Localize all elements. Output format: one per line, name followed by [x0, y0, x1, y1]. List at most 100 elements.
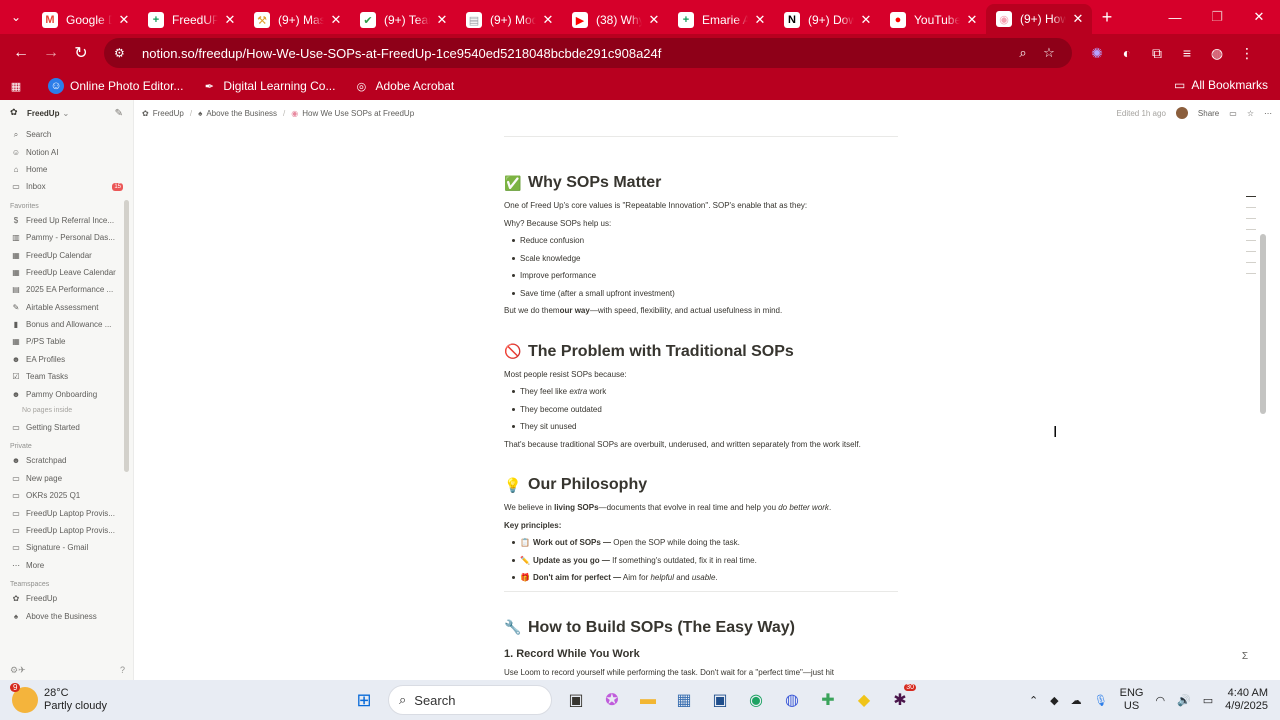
sidebar-item-ea-profiles[interactable]: ☻ EA Profiles — [0, 351, 133, 368]
bookmark-digital-learning[interactable]: ✒ Digital Learning Co... — [201, 78, 336, 94]
apps-button[interactable]: ▦ — [8, 78, 30, 94]
sidebar-item-more[interactable]: ⋯ More — [0, 557, 133, 574]
sidebar-item-above-the-business[interactable]: ♠ Above the Business — [0, 607, 133, 624]
sidebar-item-bonus-and-allowance[interactable]: ▮ Bonus and Allowance ... — [0, 316, 133, 333]
sidebar-item-freedup-laptop-provis[interactable]: ▭ FreedUp Laptop Provis... — [0, 504, 133, 521]
tab-3[interactable]: ✔ (9+) Team ✕ — [350, 6, 456, 34]
maximize-button[interactable]: ❐ — [1196, 0, 1238, 34]
list-item[interactable]: Save time (after a small upfront investm… — [504, 285, 898, 303]
send-icon[interactable]: ✈ — [18, 665, 26, 676]
close-tab-icon[interactable]: ✕ — [752, 12, 768, 28]
paragraph[interactable]: Most people resist SOPs because: — [504, 366, 898, 384]
close-tab-icon[interactable]: ✕ — [858, 12, 874, 28]
paragraph[interactable]: Why? Because SOPs help us: — [504, 215, 898, 233]
app-icon[interactable]: ◍ — [774, 682, 810, 718]
list-item[interactable]: They sit unused — [504, 418, 898, 436]
close-tab-icon[interactable]: ✕ — [1070, 11, 1086, 27]
sidebar-item-getting-started[interactable]: ▭ Getting Started — [0, 419, 133, 436]
cloud-icon[interactable]: ☁ — [1071, 694, 1082, 707]
profile-avatar-icon[interactable]: ◍ — [1202, 38, 1232, 68]
close-window-button[interactable]: ✕ — [1238, 0, 1280, 34]
back-button[interactable]: ← — [6, 38, 36, 68]
paragraph[interactable]: One of Freed Up's core values is "Repeat… — [504, 197, 898, 215]
close-tab-icon[interactable]: ✕ — [964, 12, 980, 28]
new-page-compose-icon[interactable]: ✎ — [115, 108, 123, 119]
tab-0[interactable]: M Google Drive ✕ — [32, 6, 138, 34]
all-bookmarks-button[interactable]: ▭ All Bookmarks — [1174, 78, 1268, 92]
bookmark-photo-editor[interactable]: ☺ Online Photo Editor... — [48, 78, 183, 94]
sidebar-item-search[interactable]: ⌕ Search — [0, 126, 133, 143]
paragraph[interactable]: Key principles: — [504, 517, 898, 535]
sidebar-item-freedup-leave-calendar[interactable]: ▦ FreedUp Leave Calendar — [0, 264, 133, 281]
task-view-icon[interactable]: ▣ — [558, 682, 594, 718]
comments-icon[interactable]: ▭ — [1229, 109, 1237, 118]
sidebar-item-freedup-calendar[interactable]: ▦ FreedUp Calendar — [0, 246, 133, 263]
sidebar-item-pammy-personal-das[interactable]: ▥ Pammy - Personal Das... — [0, 229, 133, 246]
list-item[interactable]: 📋 Work out of SOPs — Open the SOP while d… — [504, 534, 898, 552]
paragraph[interactable]: But we do them our way —with speed, flexi… — [504, 302, 898, 320]
avatar[interactable] — [1175, 107, 1188, 119]
paragraph[interactable]: That's because traditional SOPs are over… — [504, 436, 898, 454]
extensions-icon[interactable]: ⧉ — [1142, 38, 1172, 68]
taskbar-search[interactable]: ⌕ Search — [388, 685, 552, 715]
breadcrumb-item-above-the-business[interactable]: Above the Business — [206, 109, 277, 118]
close-tab-icon[interactable]: ✕ — [222, 12, 238, 28]
workspace-switcher[interactable]: ✿ FreedUp ⌄ ✎ — [0, 100, 133, 126]
site-info-icon[interactable]: ⚙ — [114, 46, 132, 60]
sidebar-item-freedup[interactable]: ✿ FreedUp — [0, 590, 133, 607]
tab-2[interactable]: ⚒ (9+) Master ✕ — [244, 6, 350, 34]
weather-widget[interactable]: 9 28°C Partly cloudy — [0, 683, 200, 713]
paragraph[interactable]: Use Loom to record yourself while perfor… — [504, 664, 898, 681]
help-icon[interactable]: ? — [120, 665, 125, 676]
tray-app-icon[interactable]: ◆ — [1050, 694, 1058, 707]
android-app-icon[interactable]: ✚ — [810, 682, 846, 718]
sidebar-item-new-page[interactable]: ▭ New page — [0, 470, 133, 487]
kebab-menu-icon[interactable]: ⋮ — [1232, 38, 1262, 68]
reading-list-icon[interactable]: ≡ — [1172, 38, 1202, 68]
tab-6[interactable]: + Emarie Attendance ✕ — [668, 6, 774, 34]
list-item[interactable]: ✏️ Update as you go — If something's outd… — [504, 552, 898, 570]
address-bar[interactable]: ⚙ notion.so/freedup/How-We-Use-SOPs-at-F… — [104, 38, 1072, 68]
sidebar-item-signature-gmail[interactable]: ▭ Signature - Gmail — [0, 539, 133, 556]
table-of-contents-minimap[interactable] — [1246, 196, 1258, 284]
sidebar-item-freedup-laptop-provis[interactable]: ▭ FreedUp Laptop Provis... — [0, 522, 133, 539]
breadcrumb-item-current-page[interactable]: How We Use SOPs at FreedUp — [302, 109, 414, 118]
sidebar-item-okrs-2025-q1[interactable]: ▭ OKRs 2025 Q1 — [0, 487, 133, 504]
close-tab-icon[interactable]: ✕ — [646, 12, 662, 28]
forward-button[interactable]: → — [36, 38, 66, 68]
sidebar-item-home[interactable]: ⌂ Home — [0, 161, 133, 178]
bookmark-star-icon[interactable]: ☆ — [1036, 45, 1062, 61]
bookmark-adobe-acrobat[interactable]: ◎ Adobe Acrobat — [353, 78, 455, 94]
minimize-button[interactable]: — — [1154, 0, 1196, 34]
sidebar-item-airtable-assessment[interactable]: ✎ Airtable Assessment — [0, 299, 133, 316]
sidebar-item-notion-ai[interactable]: ☺ Notion AI — [0, 143, 133, 160]
sidebar-item-inbox[interactable]: ▭ Inbox 15 — [0, 178, 133, 195]
reload-button[interactable]: ↻ — [66, 38, 96, 68]
slack-icon[interactable]: ✱ 30 — [882, 682, 918, 718]
extension-shield-icon[interactable]: ◐ — [1112, 38, 1142, 68]
list-item[interactable]: Reduce confusion — [504, 232, 898, 250]
list-item[interactable]: They become outdated — [504, 401, 898, 419]
heading-problem-with-traditional-sops[interactable]: 🚫 The Problem with Traditional SOPs — [504, 340, 898, 364]
more-options-icon[interactable]: ⋯ — [1264, 109, 1272, 118]
settings-icon[interactable]: ⚙ — [10, 665, 18, 676]
terminal-icon[interactable]: ▣ — [702, 682, 738, 718]
page-scrollbar[interactable] — [1260, 234, 1266, 414]
heading-why-sops-matter[interactable]: ✅ Why SOPs Matter — [504, 171, 898, 195]
close-tab-icon[interactable]: ✕ — [434, 12, 450, 28]
search-lens-icon[interactable]: ⌕ — [1010, 45, 1036, 61]
list-item[interactable]: 🎁 Don't aim for perfect — Aim for helpful… — [504, 569, 898, 587]
new-tab-button[interactable]: + — [1092, 7, 1122, 28]
chrome-icon[interactable]: ◉ — [738, 682, 774, 718]
list-item[interactable]: Scale knowledge — [504, 250, 898, 268]
extension-puzzle-icon[interactable]: ✺ — [1082, 38, 1112, 68]
sidebar-item-p-ps-table[interactable]: ▦ P/PS Table — [0, 333, 133, 350]
file-explorer-icon[interactable]: ▬ — [630, 682, 666, 718]
chevron-up-icon[interactable]: ⌃ — [1029, 694, 1038, 707]
tab-4[interactable]: ▤ (9+) Modules ✕ — [456, 6, 562, 34]
close-tab-icon[interactable]: ✕ — [116, 12, 132, 28]
tab-7[interactable]: N (9+) Download ✕ — [774, 6, 880, 34]
paragraph[interactable]: We believe in living SOPs —documents that… — [504, 499, 898, 517]
close-tab-icon[interactable]: ✕ — [328, 12, 344, 28]
list-item[interactable]: They feel like extra work — [504, 383, 898, 401]
